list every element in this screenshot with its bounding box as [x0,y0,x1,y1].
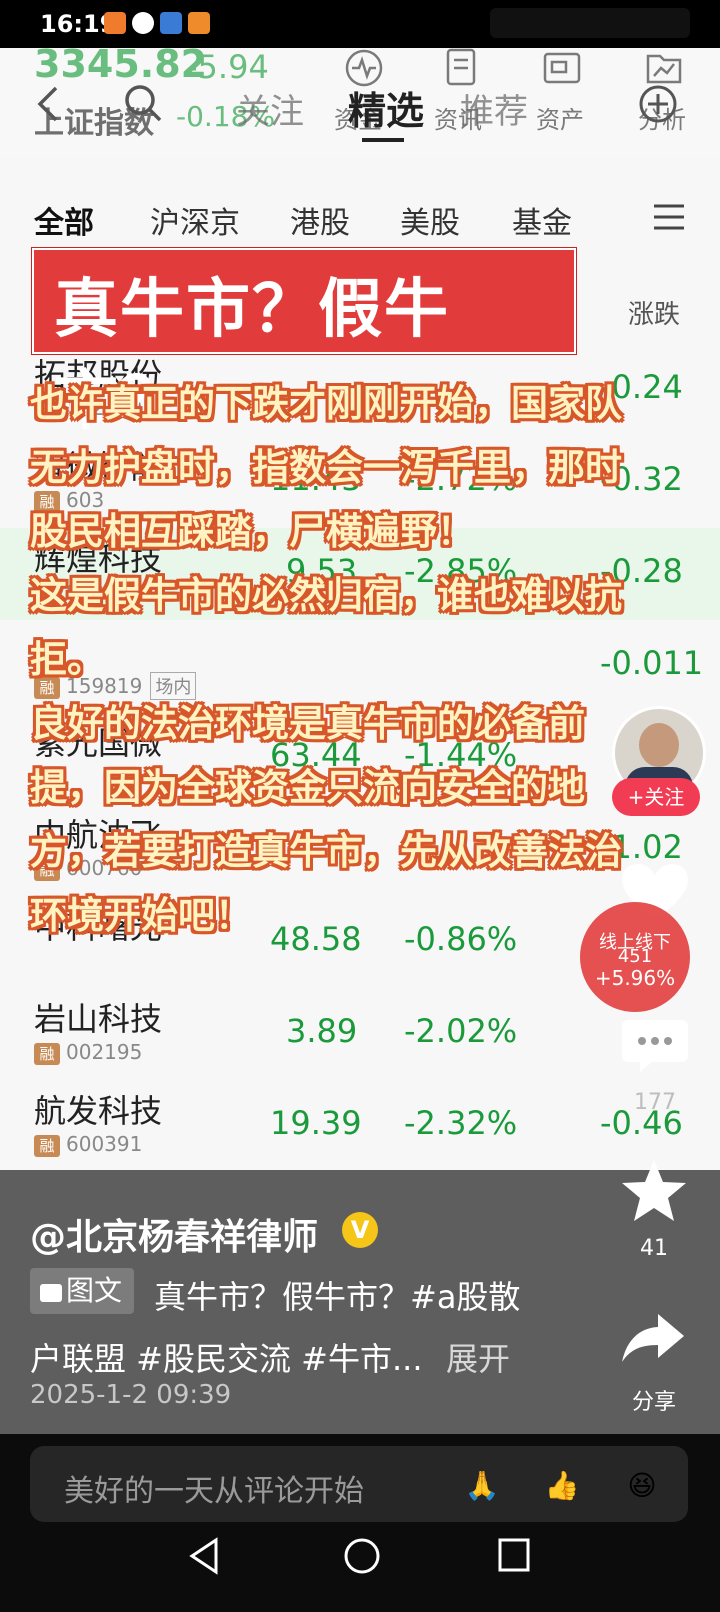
stock-name: 岩山科技 [34,1000,163,1038]
pray-emoji-icon[interactable]: 🙏 [460,1464,504,1508]
stock-pct: -2.02% [404,1012,518,1050]
market-tab-us[interactable]: 美股 [400,198,460,242]
comment-input[interactable]: 美好的一天从评论开始 [30,1446,688,1522]
back-arrow-icon[interactable] [34,84,64,124]
expand-link[interactable]: 展开 [446,1334,510,1380]
post-date: 2025-1-2 09:39 [30,1380,232,1410]
stock-price: 3.89 [286,1012,358,1050]
nav-home-icon[interactable] [342,1536,382,1576]
comment-count: 177 [634,1090,676,1115]
add-circle-icon[interactable] [638,84,678,124]
verified-icon: V [342,1212,378,1248]
comment-placeholder: 美好的一天从评论开始 [64,1474,364,1509]
author-name[interactable]: @北京杨春祥律师 [30,1208,318,1260]
status-right-icons [490,8,690,38]
tab-recommend[interactable]: 推荐 [460,84,528,133]
table-row[interactable]: 航发科技 融 600391 19.39 -2.32% -0.46 [0,1080,720,1170]
favorite-count: 41 [640,1236,668,1261]
avatar-face [639,723,679,767]
stock-pct: -2.32% [404,1104,518,1142]
post-type-label: 图文 [66,1274,123,1307]
live-bubble[interactable]: 线上线下 451 +5.96% [580,902,690,1012]
status-bar: 16:19 [0,0,720,48]
market-tab-hk[interactable]: 港股 [290,198,350,242]
image-text-icon [40,1284,62,1302]
share-icon[interactable] [618,1310,688,1366]
tab-featured[interactable]: 精选 [348,80,424,135]
menu-icon[interactable] [652,202,686,232]
stock-price: 19.39 [270,1104,362,1142]
app-notification-icon [104,12,126,34]
post-description-line2[interactable]: 户联盟 #股民交流 #牛市... [30,1334,423,1380]
caption-paragraph: 良好的法治环境是真牛市的必备前提，因为全球资金只流向安全的地方，若要打造真牛市，… [30,702,622,937]
tab-follow[interactable]: 关注 [236,84,304,133]
comment-icon[interactable] [620,1016,690,1074]
thumbs-up-emoji-icon[interactable]: 👍 [540,1464,584,1508]
music-icon [160,12,182,34]
margin-badge: 融 [34,1135,60,1157]
market-tab-hsj[interactable]: 沪深京 [150,198,240,242]
market-tab-fund[interactable]: 基金 [512,198,572,242]
overlay-caption: 也许真正的下跌才刚刚开始，国家队无力护盘时，指数会一泻千里，那时股民相互踩踏，尸… [30,372,630,948]
star-icon[interactable] [620,1158,688,1224]
live-value: 451 [617,946,653,967]
nav-recent-icon[interactable] [496,1536,532,1576]
live-pct: +5.96% [594,966,676,990]
post-type-tag: 图文 [30,1268,134,1314]
post-description-line1[interactable]: 真牛市？假牛市？#a股散 [154,1272,520,1318]
margin-badge: 融 [34,1043,60,1065]
nav-back-icon[interactable] [186,1536,222,1576]
stock-name: 航发科技 [34,1092,163,1130]
stock-code: 600391 [66,1132,143,1156]
change-column-header: 涨跌 [628,300,681,330]
search-icon[interactable] [122,82,164,124]
laugh-emoji-icon[interactable]: 😆 [620,1464,664,1508]
market-tab-all[interactable]: 全部 [34,198,94,242]
caption-paragraph: 也许真正的下跌才刚刚开始，国家队无力护盘时，指数会一泻千里，那时股民相互踩踏，尸… [30,382,622,553]
share-label[interactable]: 分享 [614,1384,694,1416]
wechat-icon [132,12,154,34]
caption-paragraph: 这是假牛市的必然归宿，谁也难以抗拒。 [30,574,622,681]
app-icon [188,12,210,34]
stock-code: 002195 [66,1040,143,1064]
headline-box: 真牛市？假牛市？ [32,248,576,439]
tab-indicator [362,138,404,142]
follow-button[interactable]: +关注 [612,778,700,816]
